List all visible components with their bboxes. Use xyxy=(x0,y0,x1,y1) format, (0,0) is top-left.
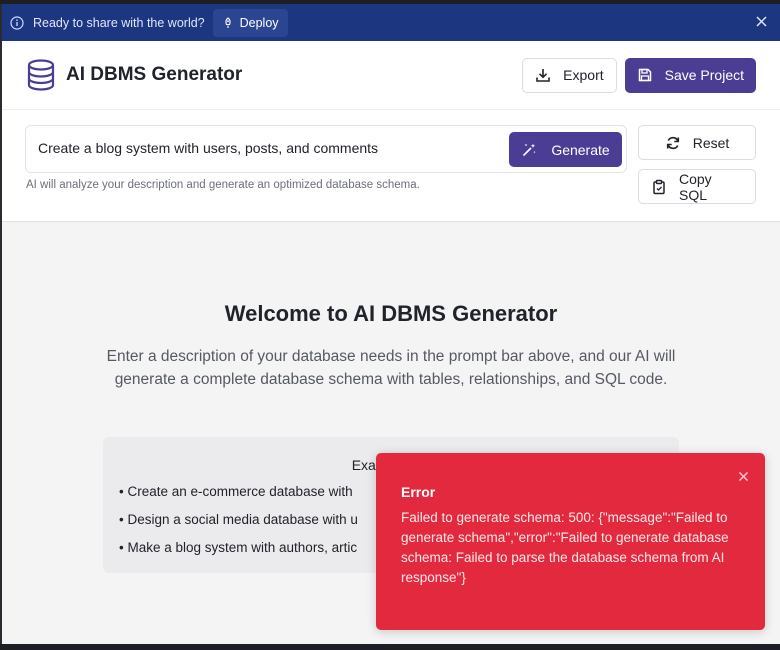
deploy-banner: Ready to share with the world? Deploy xyxy=(2,4,780,41)
copy-sql-label: Copy SQL xyxy=(679,170,712,203)
example-prompt[interactable]: • Create an e-commerce database with xyxy=(119,484,353,499)
app-title: AI DBMS Generator xyxy=(66,64,243,85)
refresh-icon xyxy=(665,135,681,151)
welcome-description: Enter a description of your database nee… xyxy=(106,348,676,388)
database-icon xyxy=(26,59,56,91)
error-toast: Error Failed to generate schema: 500: {"… xyxy=(376,453,765,630)
info-icon xyxy=(10,15,24,30)
save-icon xyxy=(637,67,653,83)
download-icon xyxy=(535,67,551,83)
reset-label: Reset xyxy=(692,134,730,151)
export-label: Export xyxy=(563,67,604,83)
prompt-hint: AI will analyze your description and gen… xyxy=(26,179,420,191)
clipboard-icon xyxy=(651,179,667,195)
toast-message: Failed to generate schema: 500: {"messag… xyxy=(401,510,729,585)
prompt-input[interactable] xyxy=(38,140,498,156)
close-icon[interactable] xyxy=(755,15,768,28)
welcome-title: Welcome to AI DBMS Generator xyxy=(224,301,558,326)
example-prompt[interactable]: • Design a social media database with u xyxy=(119,512,358,527)
deploy-button[interactable]: Deploy xyxy=(212,8,288,37)
deploy-label: Deploy xyxy=(239,15,279,30)
prompt-bar: Generate AI will analyze your descriptio… xyxy=(2,110,780,222)
app-window: Ready to share with the world? Deploy AI… xyxy=(0,4,780,644)
close-icon[interactable] xyxy=(738,471,749,482)
export-button[interactable]: Export xyxy=(522,57,617,93)
app-header: AI DBMS Generator Export Save Project xyxy=(2,41,780,110)
example-prompt[interactable]: • Make a blog system with authors, artic xyxy=(119,540,357,555)
reset-button[interactable]: Reset xyxy=(638,125,756,160)
generate-button[interactable]: Generate xyxy=(509,132,622,167)
save-project-label: Save Project xyxy=(664,67,744,83)
prompt-container: Generate xyxy=(25,125,627,173)
toast-title: Error xyxy=(401,484,436,500)
copy-sql-button[interactable]: Copy SQL xyxy=(638,169,756,204)
rocket-icon xyxy=(222,16,234,29)
magic-wand-icon xyxy=(521,142,537,158)
save-project-button[interactable]: Save Project xyxy=(624,57,756,93)
generate-label: Generate xyxy=(551,141,610,158)
banner-text: Ready to share with the world? xyxy=(33,15,205,30)
